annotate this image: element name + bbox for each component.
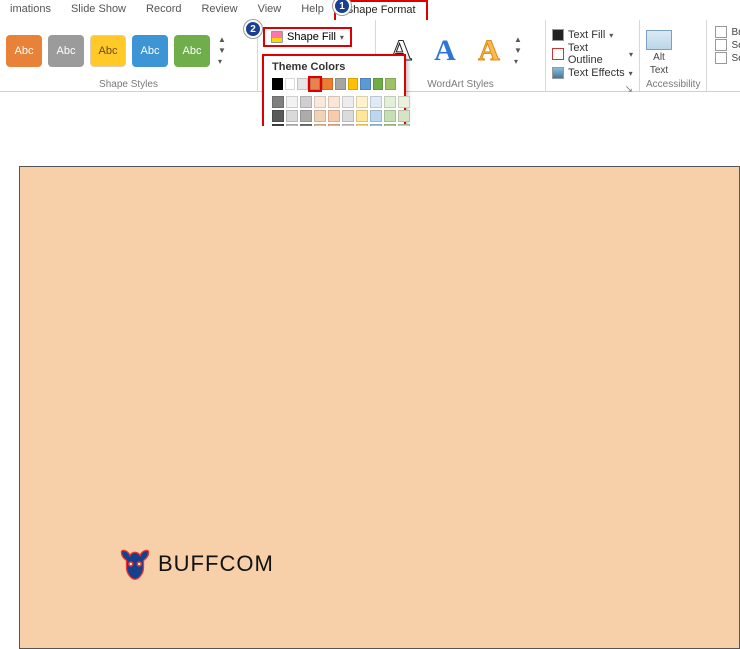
chevron-down-icon: ▾ (629, 50, 633, 59)
group-label-accessibility: Accessibility (646, 77, 700, 91)
chevron-down-icon: ▾ (609, 31, 613, 40)
tab-animations[interactable]: imations (0, 0, 61, 19)
wordart-scroll-up-icon[interactable]: ▲ (514, 35, 522, 44)
theme-shade-swatch[interactable] (314, 96, 326, 108)
theme-color-swatch[interactable] (310, 78, 321, 90)
tab-review[interactable]: Review (191, 0, 247, 19)
text-outline-icon (552, 48, 564, 60)
slide-canvas-area: BUFFCOM (0, 126, 740, 649)
text-outline-button[interactable]: Text Outline▾ (552, 45, 633, 63)
selection-pane-icon (715, 52, 727, 64)
theme-shade-swatch[interactable] (370, 110, 382, 122)
theme-colors-heading: Theme Colors (264, 56, 404, 76)
callout-badge-2: 2 (244, 20, 262, 38)
text-effects-icon (552, 67, 564, 79)
wordart-expand-icon[interactable]: ▾ (514, 57, 522, 66)
text-effects-button[interactable]: Text Effects▾ (552, 64, 633, 82)
gallery-scroll-up-icon[interactable]: ▲ (218, 35, 226, 44)
theme-shade-swatch[interactable] (398, 96, 410, 108)
theme-shade-swatch[interactable] (356, 96, 368, 108)
shape-style-2[interactable]: Abc (48, 35, 84, 67)
text-fill-icon (552, 29, 564, 41)
shape-fill-button[interactable]: Shape Fill ▾ (263, 27, 352, 47)
buffcom-logo-icon (118, 547, 152, 581)
theme-color-swatch[interactable] (285, 78, 296, 90)
shape-style-5[interactable]: Abc (174, 35, 210, 67)
theme-color-swatch[interactable] (322, 78, 333, 90)
theme-shade-swatch[interactable] (286, 110, 298, 122)
theme-shade-swatch[interactable] (328, 110, 340, 122)
group-label-shape-styles: Shape Styles (6, 77, 251, 91)
theme-shade-swatch[interactable] (384, 96, 396, 108)
send-backward-icon (715, 39, 727, 51)
theme-shade-swatch[interactable] (342, 96, 354, 108)
tab-record[interactable]: Record (136, 0, 191, 19)
ribbon-tabs: imations Slide Show Record Review View H… (0, 0, 740, 20)
wordart-style-3[interactable]: A (470, 32, 508, 70)
alt-text-icon (646, 30, 672, 50)
send-backward-button[interactable]: Ser (713, 39, 740, 51)
shape-style-4[interactable]: Abc (132, 35, 168, 67)
bring-forward-icon (715, 26, 727, 38)
alt-text-button[interactable]: Alt Text (646, 26, 672, 76)
chevron-down-icon: ▾ (629, 69, 633, 78)
gallery-expand-icon[interactable]: ▾ (218, 57, 226, 66)
theme-shade-swatch[interactable] (286, 96, 298, 108)
theme-color-swatch[interactable] (335, 78, 346, 90)
selection-pane-button[interactable]: Sel (713, 52, 740, 64)
theme-color-swatch[interactable] (297, 78, 308, 90)
shape-styles-gallery[interactable]: Abc Abc Abc Abc Abc ▲ ▼ ▾ (6, 24, 251, 77)
theme-shade-swatch[interactable] (328, 96, 340, 108)
theme-color-swatch[interactable] (360, 78, 371, 90)
theme-shade-swatch[interactable] (384, 110, 396, 122)
theme-shade-swatch[interactable] (398, 110, 410, 122)
shape-style-1[interactable]: Abc (6, 35, 42, 67)
theme-shade-swatch[interactable] (300, 110, 312, 122)
theme-shade-swatch[interactable] (272, 96, 284, 108)
tab-view[interactable]: View (248, 0, 292, 19)
slide[interactable]: BUFFCOM (19, 166, 740, 649)
theme-color-swatch[interactable] (348, 78, 359, 90)
theme-shade-swatch[interactable] (272, 110, 284, 122)
tab-slideshow[interactable]: Slide Show (61, 0, 136, 19)
theme-color-swatch[interactable] (272, 78, 283, 90)
shape-fill-icon (271, 31, 283, 43)
theme-color-swatch[interactable] (373, 78, 384, 90)
chevron-down-icon: ▾ (340, 33, 344, 42)
theme-shade-swatch[interactable] (342, 110, 354, 122)
theme-shade-swatch[interactable] (314, 110, 326, 122)
theme-shade-swatch[interactable] (300, 96, 312, 108)
tab-help[interactable]: Help (291, 0, 334, 19)
shape-style-3[interactable]: Abc (90, 35, 126, 67)
bring-forward-button[interactable]: Bri (713, 26, 740, 38)
wordart-style-2[interactable]: A (426, 32, 464, 70)
theme-color-swatch[interactable] (385, 78, 396, 90)
theme-shade-swatch[interactable] (370, 96, 382, 108)
buffcom-logo: BUFFCOM (118, 547, 274, 581)
theme-color-row (264, 76, 404, 92)
gallery-scroll-down-icon[interactable]: ▼ (218, 46, 226, 55)
wordart-scroll-down-icon[interactable]: ▼ (514, 46, 522, 55)
theme-shade-swatch[interactable] (356, 110, 368, 122)
buffcom-logo-text: BUFFCOM (158, 551, 274, 577)
